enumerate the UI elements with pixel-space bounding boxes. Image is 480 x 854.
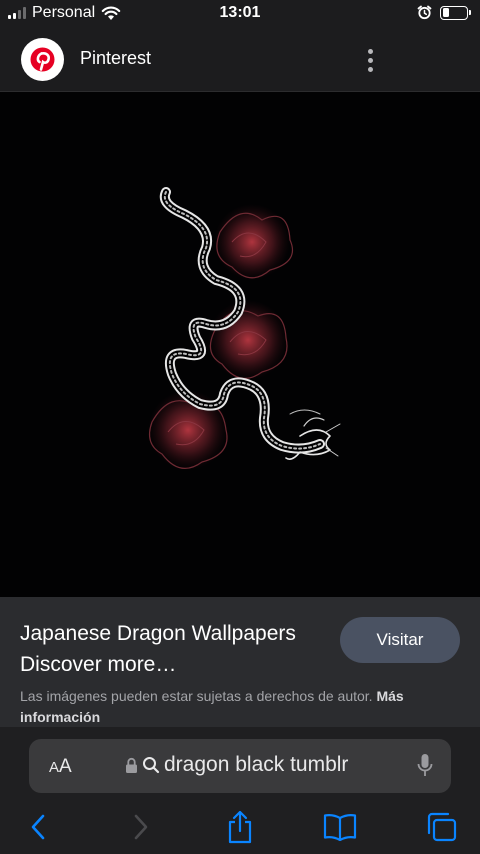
status-right [417,5,471,20]
status-time: 13:01 [219,4,261,21]
pin-image[interactable] [0,92,480,597]
microphone-icon[interactable] [417,753,433,779]
copyright-notice: Las imágenes pueden estar sujetas a dere… [20,686,460,728]
status-bar: Personal 13:01 [0,0,480,28]
lock-icon [126,757,137,773]
browser-toolbar: AA dragon black tumblr [0,727,480,854]
dragon-artwork [148,187,341,470]
flower-middle [208,300,288,380]
share-icon[interactable] [222,809,258,845]
back-icon[interactable] [20,809,56,845]
text-size-button[interactable]: AA [49,756,72,778]
forward-icon[interactable] [123,809,159,845]
tabs-icon[interactable] [424,809,460,845]
browser-nav-row [0,805,480,849]
url-text: dragon black tumblr [164,753,349,776]
copyright-text: Las imágenes pueden estar sujetas a dere… [20,688,373,704]
pinterest-logo-icon[interactable] [21,38,64,81]
search-icon [143,757,160,774]
pin-info-panel: Japanese Dragon Wallpapers Discover more… [0,597,480,727]
visit-button[interactable]: Visitar [340,617,460,663]
pin-title[interactable]: Japanese Dragon Wallpapers Discover more… [20,618,335,680]
flower-top [214,204,294,280]
address-bar[interactable]: AA dragon black tumblr [29,739,451,793]
alarm-icon [417,5,432,20]
more-vertical-icon[interactable] [358,45,382,75]
app-title: Pinterest [80,48,152,68]
app-header: Pinterest [0,28,480,92]
url-field[interactable]: dragon black tumblr [125,753,348,777]
battery-icon [440,5,471,20]
bookmarks-icon[interactable] [322,809,358,845]
text-size-big: A [59,756,72,777]
text-size-small: A [49,759,60,776]
